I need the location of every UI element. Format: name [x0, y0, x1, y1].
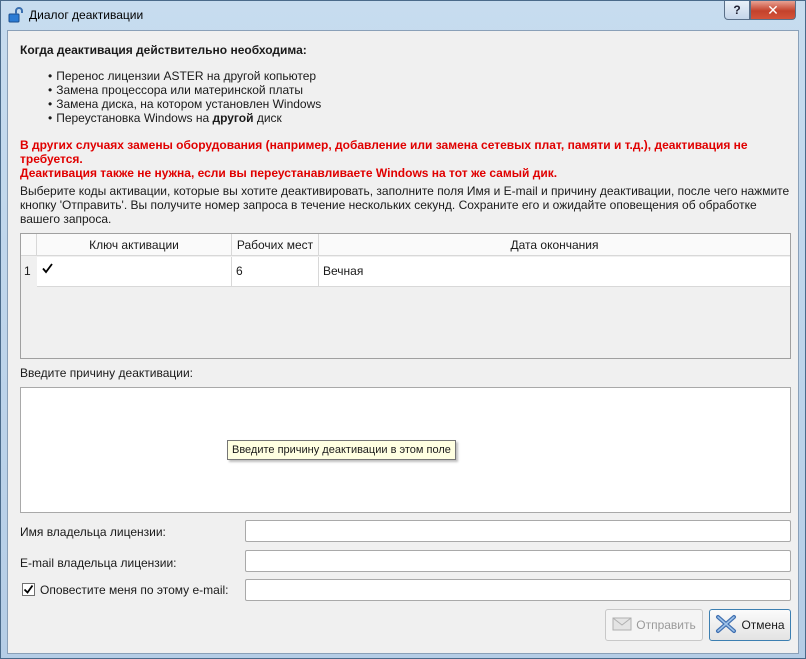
expiry-cell: Вечная	[319, 257, 790, 287]
notify-email-input[interactable]	[245, 579, 791, 601]
key-cell[interactable]	[37, 257, 232, 287]
column-header-key[interactable]: Ключ активации	[37, 234, 232, 256]
warning-text: В других случаях замены оборудования (на…	[20, 138, 786, 180]
check-icon[interactable]	[41, 257, 54, 274]
notify-checkbox[interactable]	[22, 583, 35, 596]
list-item-text: Переустановка Windows на	[56, 111, 213, 125]
heading: Когда деактивация действительно необходи…	[20, 43, 307, 57]
list-item: Перенос лицензии ASTER на другой копьюте…	[48, 69, 321, 83]
owner-email-input[interactable]	[245, 550, 791, 572]
list-item-text: диск	[253, 111, 282, 125]
reason-tooltip: Введите причину деактивации в этом поле	[227, 440, 456, 460]
table-header: Ключ активации Рабочих мест Дата окончан…	[21, 234, 790, 256]
owner-name-label: Имя владельца лицензии:	[20, 525, 166, 539]
warning-line-2: Деактивация также не нужна, если вы пере…	[20, 166, 558, 180]
list-item: Замена процессора или материнской платы	[48, 83, 321, 97]
close-button[interactable]: ✕	[750, 1, 796, 20]
list-item: Переустановка Windows на другой диск	[48, 111, 321, 125]
send-button[interactable]: Отправить	[605, 609, 703, 641]
help-button[interactable]: ?	[724, 1, 750, 20]
table-row[interactable]: 1 6 Вечная	[21, 257, 790, 287]
instructions-text: Выберите коды активации, которые вы хоти…	[20, 184, 790, 226]
reason-label: Введите причину деактивации:	[20, 366, 193, 380]
cancel-button-label: Отмена	[741, 618, 785, 632]
title-bar[interactable]: Диалог деактивации ? ✕	[1, 1, 805, 29]
column-header-seats[interactable]: Рабочих мест	[232, 234, 319, 256]
row-number: 1	[21, 257, 37, 287]
seats-cell: 6	[232, 257, 319, 287]
close-icon	[715, 614, 737, 637]
dialog-window: Диалог деактивации ? ✕ Когда деактивация…	[0, 0, 806, 659]
cancel-button[interactable]: Отмена	[709, 609, 791, 641]
column-header-expiry[interactable]: Дата окончания	[319, 234, 790, 256]
reasons-list: Перенос лицензии ASTER на другой копьюте…	[48, 69, 321, 125]
envelope-icon	[612, 617, 632, 634]
owner-name-input[interactable]	[245, 520, 791, 542]
list-item: Замена диска, на котором установлен Wind…	[48, 97, 321, 111]
check-icon	[23, 584, 34, 594]
owner-email-label: E-mail владельца лицензии:	[20, 556, 177, 570]
send-button-label: Отправить	[636, 618, 696, 632]
notify-label[interactable]: Оповестите меня по этому e-mail:	[40, 583, 229, 597]
header-corner	[21, 234, 37, 256]
window-title: Диалог деактивации	[29, 8, 144, 22]
unlock-icon	[7, 7, 23, 23]
warning-line-1: В других случаях замены оборудования (на…	[20, 138, 748, 166]
list-item-bold: другой	[212, 111, 254, 125]
activation-keys-table[interactable]: Ключ активации Рабочих мест Дата окончан…	[20, 233, 791, 359]
dialog-body: Когда деактивация действительно необходи…	[7, 30, 799, 654]
